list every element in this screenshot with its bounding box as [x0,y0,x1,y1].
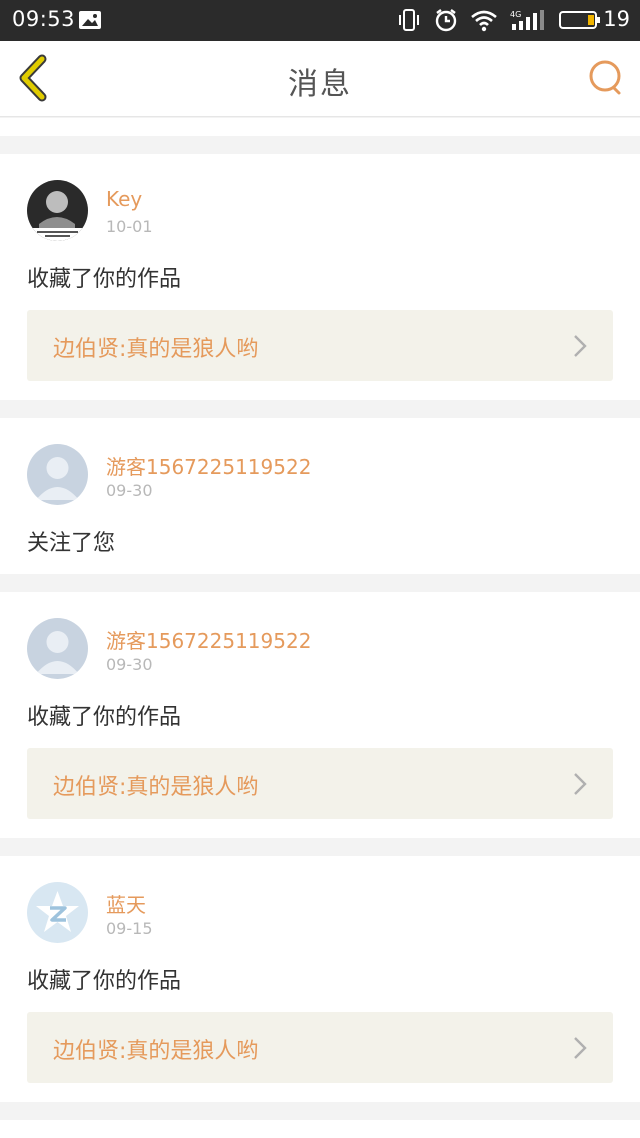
chevron-right-icon [574,335,587,357]
svg-text:4G: 4G [510,10,521,19]
action-text: 关注了您 [27,531,116,556]
vibrate-icon [399,9,419,31]
message-date: 09-30 [106,481,153,500]
page-title: 消息 [288,67,352,102]
status-time: 09:53 [12,7,76,31]
work-link[interactable]: 边伯贤:真的是狼人哟 [27,748,613,819]
work-title: 边伯贤:真的是狼人哟 [53,1039,259,1064]
header: 消息 [0,41,640,117]
header-gap [0,118,640,136]
avatar[interactable] [27,444,88,505]
avatar[interactable] [27,180,88,241]
work-link[interactable]: 边伯贤:真的是狼人哟 [27,310,613,381]
avatar[interactable] [27,882,88,943]
work-title: 边伯贤:真的是狼人哟 [53,337,259,362]
default-user-icon [27,444,88,505]
message-card: 游客1567225119522 09-30 收藏了你的作品 边伯贤:真的是狼人哟 [0,592,640,838]
user-name[interactable]: 游客1567225119522 [106,451,311,480]
avatar[interactable] [27,618,88,679]
user-name[interactable]: Key [106,187,142,211]
chevron-right-icon [574,1037,587,1059]
alarm-icon [435,9,457,32]
message-card: Key 10-01 收藏了你的作品 边伯贤:真的是狼人哟 [0,154,640,400]
signal-4g-icon: 4G [510,10,544,30]
work-title: 边伯贤:真的是狼人哟 [53,775,259,800]
user-photo-icon [27,180,88,241]
action-text: 收藏了你的作品 [27,705,182,730]
status-bar: 09:53 4G 19 [0,0,640,41]
search-button[interactable] [586,57,626,97]
message-card: 蓝天 09-15 收藏了你的作品 边伯贤:真的是狼人哟 [0,856,640,1102]
message-card: 游客1567225119522 09-30 关注了您 [0,418,640,574]
chevron-right-icon [574,773,587,795]
user-name[interactable]: 游客1567225119522 [106,625,311,654]
image-notification-icon [79,11,101,29]
default-user-icon [27,618,88,679]
message-card-partial [0,1120,640,1138]
message-date: 09-30 [106,655,153,674]
search-icon [589,60,621,95]
work-link[interactable]: 边伯贤:真的是狼人哟 [27,1012,613,1083]
action-text: 收藏了你的作品 [27,969,182,994]
qq-star-icon [27,882,88,943]
message-date: 10-01 [106,217,153,236]
user-name[interactable]: 蓝天 [106,889,146,918]
wifi-icon [471,10,497,32]
battery-icon [559,11,600,29]
action-text: 收藏了你的作品 [27,267,182,292]
message-date: 09-15 [106,919,153,938]
battery-level: 19 [603,7,630,31]
